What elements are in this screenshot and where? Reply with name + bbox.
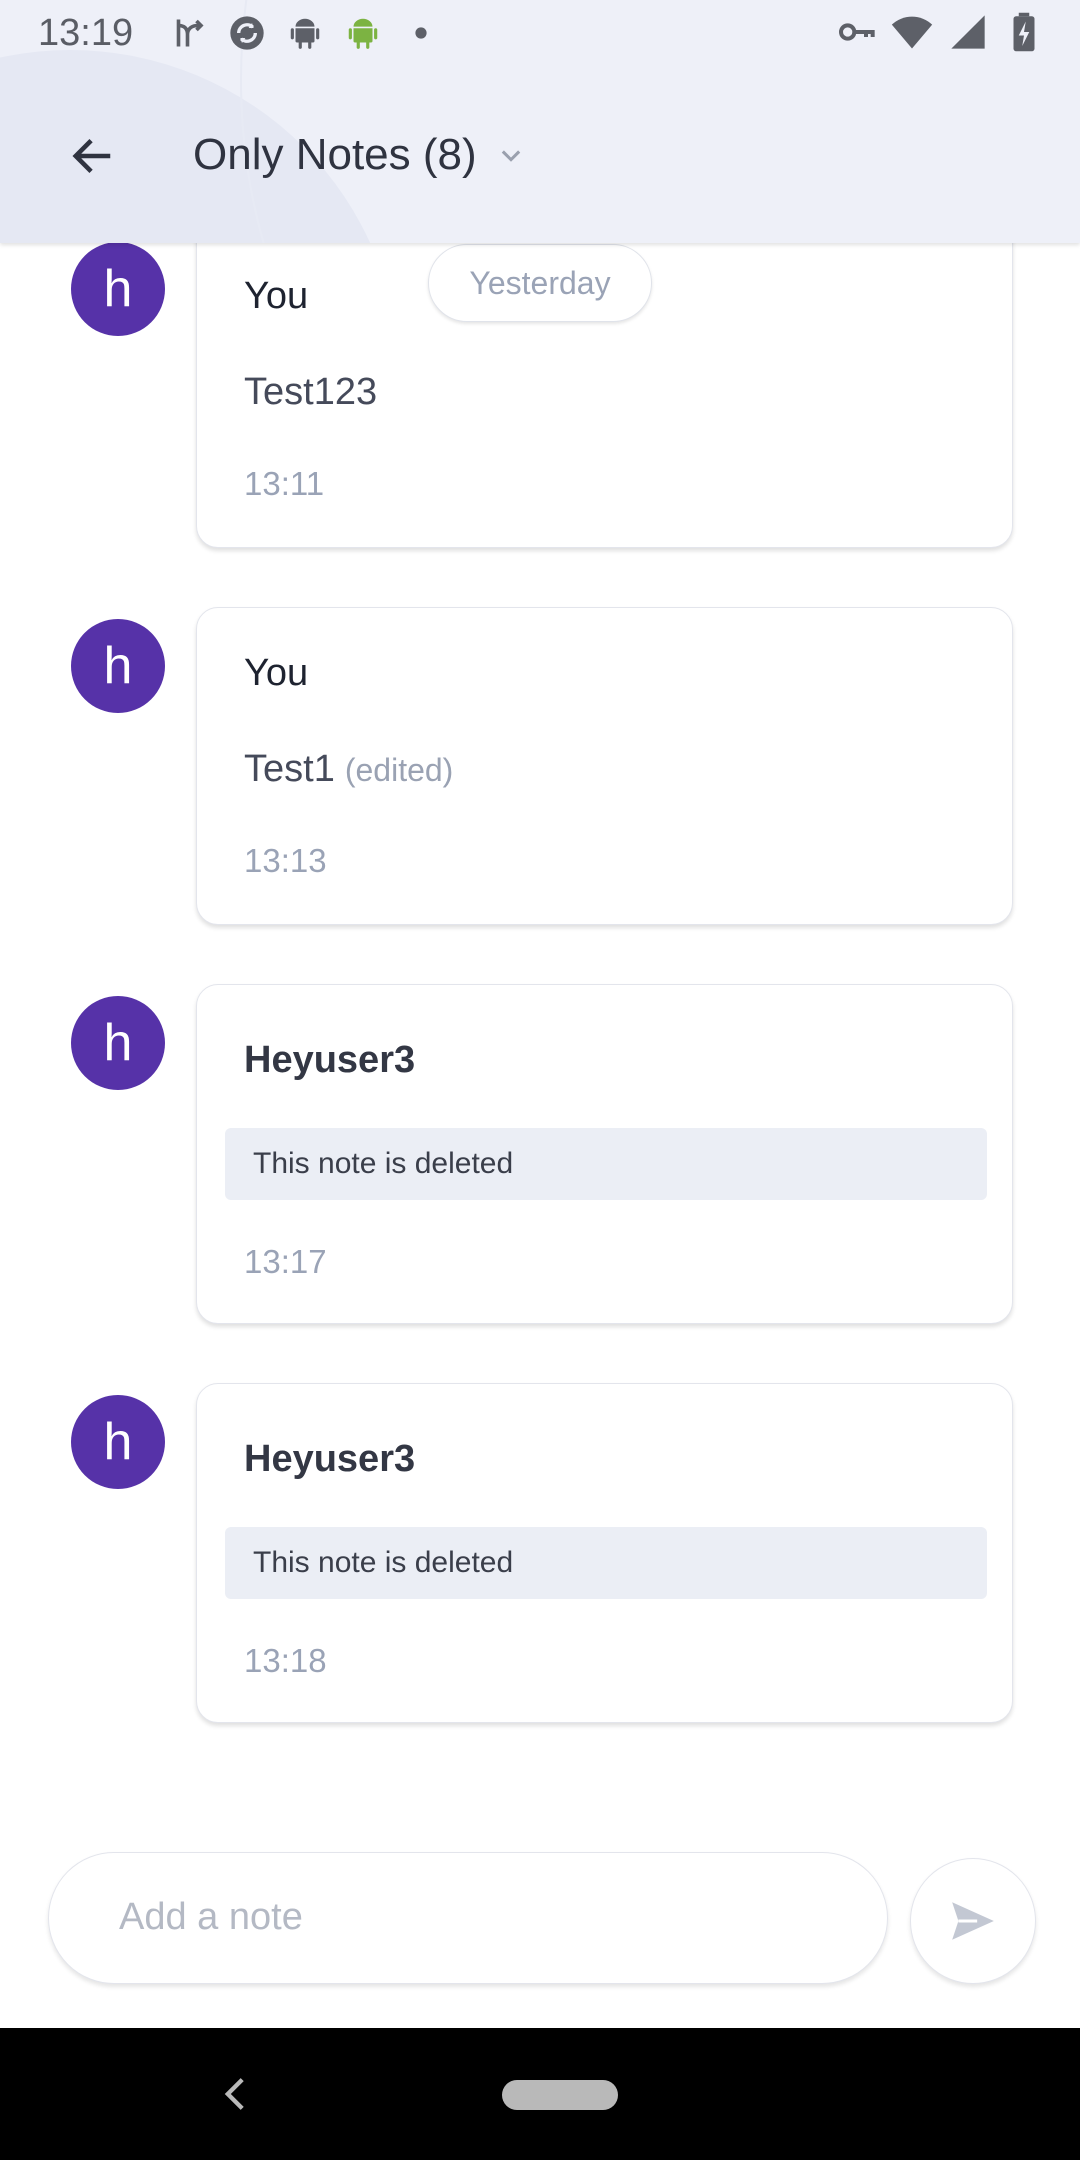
dot-icon: [399, 11, 443, 55]
deleted-note-notice: This note is deleted: [225, 1128, 987, 1200]
note-author: Heyuser3: [244, 1039, 416, 1081]
deleted-note-notice: This note is deleted: [225, 1527, 987, 1599]
note-card[interactable]: Heyuser3 This note is deleted 13:18: [196, 1383, 1013, 1723]
vpn-key-icon: [834, 10, 878, 54]
battery-charging-icon: [1002, 10, 1046, 54]
wifi-icon: [890, 10, 934, 54]
chevron-left-icon: [224, 2078, 244, 2110]
fork-icon: [167, 11, 211, 55]
sync-icon: [225, 11, 269, 55]
note-time: 13:11: [244, 465, 325, 502]
note-text: Test1: [244, 748, 335, 790]
chevron-down-icon: [497, 130, 525, 180]
avatar: h: [71, 242, 165, 336]
note-text-line: Test1 (edited): [244, 748, 453, 791]
date-separator: Yesterday: [428, 244, 652, 322]
note-time: 13:17: [244, 1243, 327, 1280]
note-time: 13:18: [244, 1642, 327, 1679]
note-text: Test123: [244, 371, 378, 413]
android-green-icon: [341, 11, 385, 55]
avatar: h: [71, 619, 165, 713]
note-author: You: [244, 652, 309, 694]
page-title: Only Notes (8): [193, 130, 477, 179]
status-right-icons: [822, 10, 1046, 54]
note-card[interactable]: Heyuser3 This note is deleted 13:17: [196, 984, 1013, 1324]
home-pill[interactable]: [502, 2080, 618, 2110]
top-app-bar: 13:19 Only Notes (8): [0, 0, 1080, 243]
notes-filter-dropdown[interactable]: Only Notes (8): [193, 130, 525, 180]
system-navigation-bar: [0, 2028, 1080, 2160]
signal-icon: [946, 10, 990, 54]
note-author: You: [244, 275, 309, 317]
note-card[interactable]: You Test1 (edited) 13:13: [196, 607, 1013, 925]
edited-label: (edited): [344, 752, 454, 788]
status-bar: 13:19: [0, 0, 1080, 66]
avatar: h: [71, 1395, 165, 1489]
note-author: Heyuser3: [244, 1438, 416, 1480]
system-back-button[interactable]: [218, 2072, 252, 2116]
back-button[interactable]: [58, 126, 128, 186]
note-composer: [48, 1852, 888, 1984]
note-time: 13:13: [244, 842, 327, 879]
avatar: h: [71, 996, 165, 1090]
android-icon: [283, 11, 327, 55]
arrow-left-icon: [72, 139, 111, 173]
app-bar: Only Notes (8): [0, 110, 1080, 200]
send-icon: [952, 1902, 994, 1940]
status-time: 13:19: [38, 11, 134, 54]
add-note-input[interactable]: [119, 1853, 859, 1981]
send-button[interactable]: [910, 1858, 1036, 1984]
